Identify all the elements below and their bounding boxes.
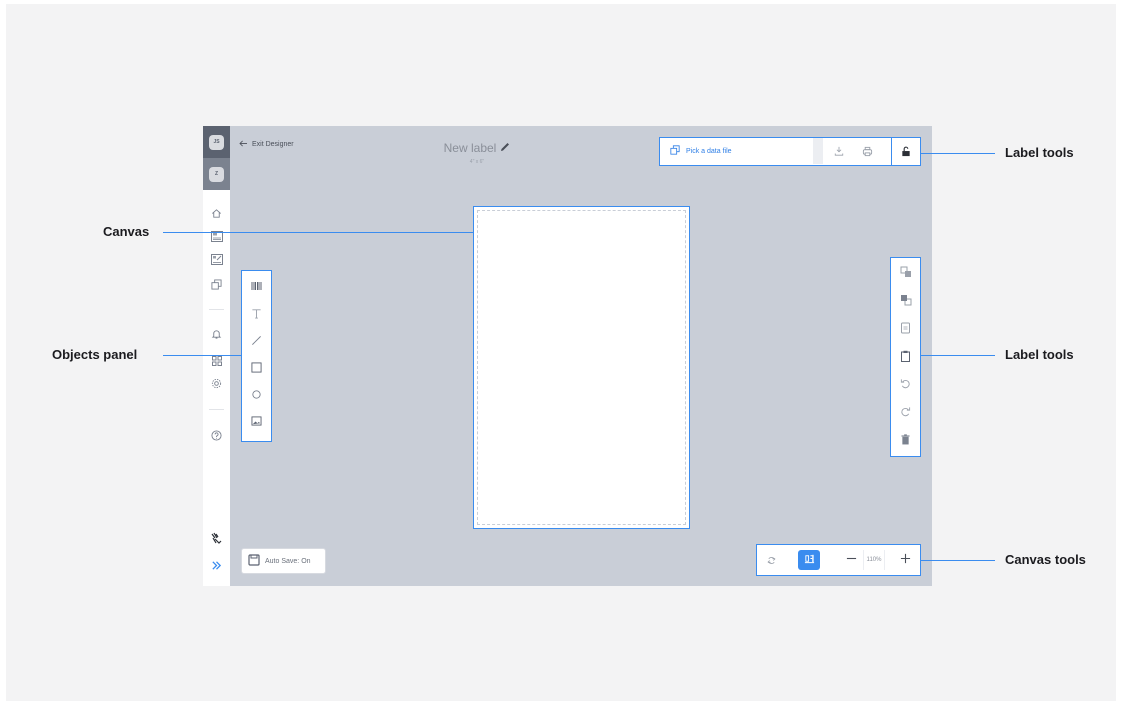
canvas-safe-area — [477, 210, 686, 525]
label-designer-app: JS Z Exit Designer New label 4" x 6" Pic… — [203, 126, 932, 586]
pick-data-file-button[interactable]: Pick a data file — [662, 140, 812, 162]
download-icon[interactable] — [830, 142, 848, 160]
lock-toolbar — [891, 137, 921, 166]
image-tool-icon[interactable] — [248, 413, 264, 429]
callout-canvas: Canvas — [103, 224, 150, 239]
pencil-edit-icon[interactable] — [500, 141, 510, 155]
autosave-label: Auto Save: On — [265, 557, 311, 565]
label-canvas[interactable] — [473, 206, 690, 529]
expand-rail-icon[interactable] — [209, 558, 224, 573]
snap-to-grid-button[interactable] — [798, 550, 820, 570]
label-size: 4" x 6" — [469, 159, 485, 165]
bring-forward-icon[interactable] — [898, 292, 913, 307]
objects-panel — [241, 270, 272, 442]
line-tool-icon[interactable] — [248, 332, 264, 348]
label-tools-toolbar: Pick a data file — [659, 137, 915, 166]
home-icon[interactable] — [209, 206, 224, 221]
zoom-out-button[interactable] — [841, 550, 861, 570]
delete-trash-icon[interactable] — [898, 432, 913, 447]
rotate-swap-icon[interactable] — [761, 550, 781, 570]
data-sources-icon[interactable] — [209, 277, 224, 292]
callout-objects-panel: Objects panel — [52, 347, 138, 362]
notifications-bell-icon[interactable] — [209, 326, 224, 341]
plus-icon — [900, 551, 911, 569]
barcode-icon[interactable] — [248, 278, 264, 294]
zoom-level: 110% — [863, 550, 885, 570]
unlock-icon[interactable] — [897, 142, 915, 160]
left-rail: JS Z — [203, 126, 230, 586]
print-icon[interactable] — [858, 142, 876, 160]
brand-logo-icon — [209, 531, 224, 546]
toolbar-divider — [813, 138, 823, 164]
text-tool-icon[interactable] — [248, 305, 264, 321]
save-disk-icon — [248, 554, 260, 568]
arrow-left-icon — [239, 140, 248, 149]
exit-designer-link[interactable]: Exit Designer — [239, 140, 294, 149]
undo-icon[interactable] — [898, 376, 913, 391]
callout-label-tools-side: Label tools — [1005, 347, 1074, 362]
label-title-block: New label 4" x 6" — [417, 139, 537, 165]
user-avatar[interactable]: JS — [209, 134, 224, 150]
rail-divider — [209, 309, 224, 310]
label-edit-icon[interactable] — [209, 252, 224, 267]
pick-data-file-label: Pick a data file — [686, 147, 732, 155]
zoom-in-button[interactable] — [895, 550, 915, 570]
callout-line-canvas — [163, 232, 474, 233]
label-tools-side-panel — [890, 257, 921, 457]
user-avatar-slot[interactable]: JS — [203, 126, 230, 158]
callout-line-objects-panel — [163, 355, 242, 356]
send-backward-icon[interactable] — [898, 264, 913, 279]
callout-line-label-tools-side — [921, 355, 995, 356]
rectangle-tool-icon[interactable] — [248, 359, 264, 375]
ellipse-tool-icon[interactable] — [248, 386, 264, 402]
callout-line-label-tools-top — [921, 153, 995, 154]
canvas-tools-toolbar: 110% — [756, 544, 921, 576]
rail-divider — [209, 409, 224, 410]
callout-label-tools-top: Label tools — [1005, 145, 1074, 160]
copy-icon[interactable] — [898, 320, 913, 335]
callout-canvas-tools: Canvas tools — [1005, 552, 1086, 567]
autosave-button[interactable]: Auto Save: On — [241, 548, 326, 574]
redo-icon[interactable] — [898, 404, 913, 419]
paste-clipboard-icon[interactable] — [898, 348, 913, 363]
org-avatar-slot[interactable]: Z — [203, 158, 230, 190]
help-icon[interactable] — [209, 428, 224, 443]
exit-designer-label: Exit Designer — [252, 141, 294, 148]
snap-align-icon — [804, 551, 815, 569]
data-file-icon — [670, 145, 680, 157]
label-title[interactable]: New label — [444, 141, 497, 155]
org-avatar[interactable]: Z — [209, 166, 224, 182]
callout-line-canvas-tools — [921, 560, 995, 561]
minus-icon — [846, 551, 857, 569]
settings-gear-icon[interactable] — [209, 376, 224, 391]
